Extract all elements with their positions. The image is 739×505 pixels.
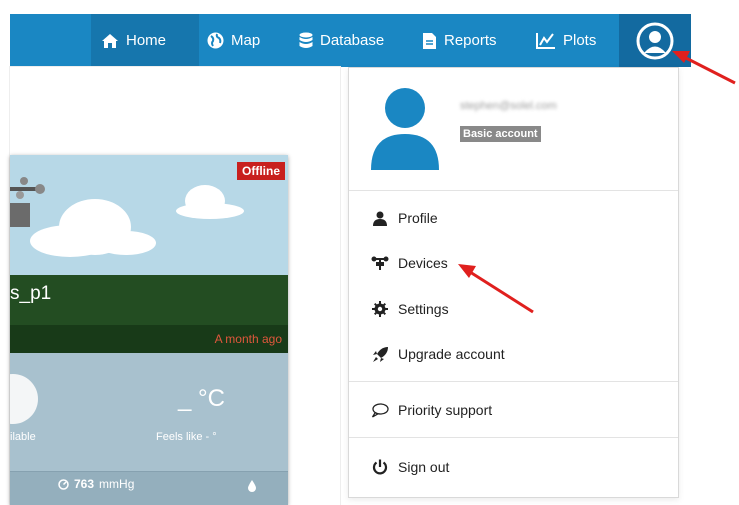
last-update-time: A month ago [214,332,282,346]
station-card[interactable]: Offline s_p1 A month ago _ °C ilable Fee… [10,155,288,505]
menu-item-label: Settings [398,301,449,317]
menu-item-devices[interactable]: Devices [349,243,678,283]
temperature-value: _ °C [178,385,225,412]
nav-plots[interactable]: Plots [536,14,596,67]
pressure-readout: 763 mmHg [58,477,134,491]
gauge-icon [58,478,69,490]
menu-item-label: Profile [398,210,438,226]
user-header: stephen@solel.com Basic account [349,68,678,191]
pressure-value: 763 [74,477,95,491]
rocket-icon [368,346,392,363]
user-avatar-button[interactable] [619,14,691,67]
menu-item-upgrade[interactable]: Upgrade account [349,334,678,374]
speech-bubble-icon [368,402,392,418]
home-icon [102,33,118,48]
user-circle-icon [636,22,674,59]
nav-map-label: Map [231,32,261,49]
chart-icon [536,33,555,49]
user-email: stephen@solel.com [460,100,557,112]
feels-like-label: Feels like - ° [156,431,217,443]
station-icon [368,256,392,271]
user-avatar-icon [371,88,439,170]
station-name: s_p1 [10,283,52,304]
condition-label: ilable [10,431,36,443]
humidity-drop-icon [248,480,256,492]
pressure-unit: mmHg [99,477,135,491]
nav-database-label: Database [320,32,385,49]
nav-reports[interactable]: Reports [422,14,497,67]
nav-home-label: Home [126,32,167,49]
user-dropdown-menu: stephen@solel.com Basic account Profile … [348,67,679,498]
nav-map[interactable]: Map [207,14,260,67]
account-type-badge: Basic account [460,126,541,142]
menu-item-label: Priority support [398,402,493,418]
menu-item-label: Upgrade account [398,346,505,362]
menu-divider [349,381,678,382]
stats-panel [10,353,288,471]
menu-divider [349,437,678,438]
nav-database[interactable]: Database [299,14,384,67]
menu-item-priority-support[interactable]: Priority support [349,390,678,430]
menu-item-sign-out[interactable]: Sign out [349,447,678,487]
menu-item-settings[interactable]: Settings [349,289,678,329]
database-icon [299,32,313,48]
power-icon [368,459,392,475]
gear-icon [368,301,392,317]
user-icon [368,211,392,226]
nav-reports-label: Reports [444,32,497,49]
menu-item-profile[interactable]: Profile [349,198,678,238]
offline-badge: Offline [237,162,285,180]
nav-home[interactable]: Home [91,14,199,67]
file-icon [423,32,436,49]
menu-item-label: Devices [398,255,448,271]
menu-item-label: Sign out [398,459,450,475]
nav-plots-label: Plots [563,32,597,49]
globe-icon [207,32,224,49]
top-navbar: Home Map Database Reports Plots [10,14,691,67]
